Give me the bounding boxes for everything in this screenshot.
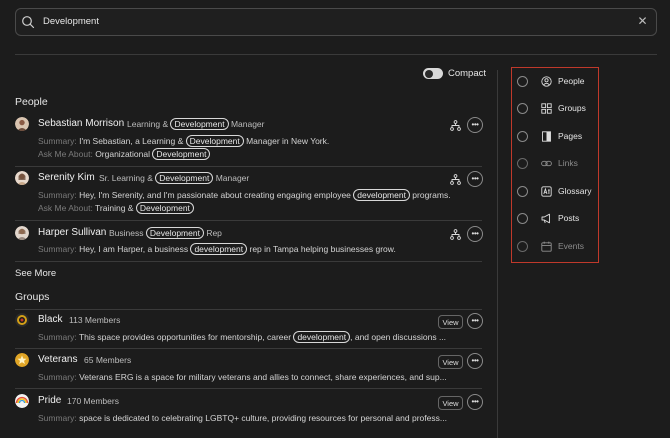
avatar[interactable] [15,226,29,240]
radio-button[interactable] [517,130,528,142]
star-icon[interactable] [15,353,29,367]
group-members: 170 Members [67,396,119,406]
avatar[interactable] [15,171,29,185]
group-members: 65 Members [84,355,132,365]
group-summary: Summary: space is dedicated to celebrati… [38,413,447,423]
grid-icon [541,102,552,114]
person-name[interactable]: Harper Sullivan [38,227,106,238]
ellipsis-icon: ••• [471,120,479,129]
filter-glossary[interactable]: Glossary [517,184,597,198]
org-chart-icon[interactable] [447,171,463,187]
view-button[interactable]: View [438,355,463,369]
filter-posts[interactable]: Posts [517,211,597,225]
divider [15,54,657,55]
divider [15,309,482,310]
groups-section-title: Groups [15,291,50,303]
search-icon [22,16,35,29]
megaphone-icon [541,213,550,223]
more-options-button[interactable]: ••• [467,117,483,133]
org-chart-icon[interactable] [447,226,463,242]
radio-button[interactable] [517,185,528,197]
glossary-icon [541,185,552,197]
person-name[interactable]: Serenity Kim [38,172,95,183]
view-button[interactable]: View [438,396,463,410]
search-bar[interactable]: Development ✕ [15,8,657,36]
person-ask-me-about: Ask Me About: Organizational Development [38,148,211,160]
person-title: Business Development Rep [109,227,222,239]
more-options-button[interactable]: ••• [467,353,483,369]
radio-button[interactable] [517,157,528,169]
filter-people[interactable]: People [517,74,597,88]
people-section-title: People [15,96,48,108]
person-row: Serenity Kim Sr. Learning & Development … [15,171,483,221]
rainbow-icon[interactable] [15,394,29,408]
filter-label: Pages [558,131,583,141]
view-button[interactable]: View [438,315,463,329]
close-icon[interactable]: ✕ [636,15,649,28]
group-summary: Summary: This space provides opportuniti… [38,331,447,343]
filter-links[interactable]: Links [517,156,597,170]
radio-button[interactable] [517,240,528,252]
radio-button[interactable] [517,102,528,114]
person-summary: Summary: Hey, I am Harper, a business de… [38,243,396,255]
person-circle-icon [541,75,552,87]
org-chart-icon[interactable] [447,117,463,133]
group-name[interactable]: Pride [38,395,61,406]
compact-label: Compact [448,68,487,79]
filter-label: Events [558,241,584,251]
filter-pages[interactable]: Pages [517,129,597,143]
vertical-divider [497,70,498,438]
group-members: 113 Members [69,315,121,325]
person-ask-me-about: Ask Me About: Training & Development [38,202,194,214]
person-title: Sr. Learning & Development Manager [99,172,250,184]
calendar-icon [541,241,552,252]
filter-events[interactable]: Events [517,239,597,253]
more-options-button[interactable]: ••• [467,394,483,410]
person-name[interactable]: Sebastian Morrison [38,118,124,129]
more-options-button[interactable]: ••• [467,313,483,329]
ellipsis-icon: ••• [471,174,479,183]
toggle-switch[interactable] [423,68,443,79]
filter-label: Groups [558,103,586,113]
group-row: Black 113 Members View ••• Summary: This… [15,313,483,349]
see-more-link[interactable]: See More [15,268,56,279]
filter-label: Glossary [558,186,592,196]
more-options-button[interactable]: ••• [467,226,483,242]
filter-label: People [558,76,585,86]
group-summary: Summary: Veterans ERG is a space for mil… [38,372,447,382]
page-icon [542,130,551,142]
group-row: Pride 170 Members View ••• Summary: spac… [15,394,483,430]
radio-button[interactable] [517,212,528,224]
link-icon [541,160,552,166]
search-input[interactable]: Development [43,16,99,27]
filter-label: Posts [558,213,580,223]
person-summary: Summary: Hey, I'm Serenity, and I'm pass… [38,189,451,201]
group-logo-icon[interactable] [15,313,29,327]
person-summary: Summary: I'm Sebastian, a Learning & Dev… [38,135,330,147]
ellipsis-icon: ••• [471,229,479,238]
filter-panel: People Groups Pages Links Glossary Posts… [511,67,599,263]
ellipsis-icon: ••• [471,356,479,365]
compact-toggle[interactable]: Compact [423,68,486,79]
filter-label: Links [558,158,578,168]
more-options-button[interactable]: ••• [467,171,483,187]
avatar[interactable] [15,117,29,131]
group-name[interactable]: Veterans [38,354,77,365]
person-row: Sebastian Morrison Learning & Developmen… [15,117,483,167]
filter-groups[interactable]: Groups [517,101,597,115]
person-row: Harper Sullivan Business Development Rep… [15,226,483,262]
person-title: Learning & Development Manager [127,118,265,130]
group-name[interactable]: Black [38,314,62,325]
ellipsis-icon: ••• [471,397,479,406]
ellipsis-icon: ••• [471,316,479,325]
group-row: Veterans 65 Members View ••• Summary: Ve… [15,353,483,389]
radio-button[interactable] [517,75,528,87]
